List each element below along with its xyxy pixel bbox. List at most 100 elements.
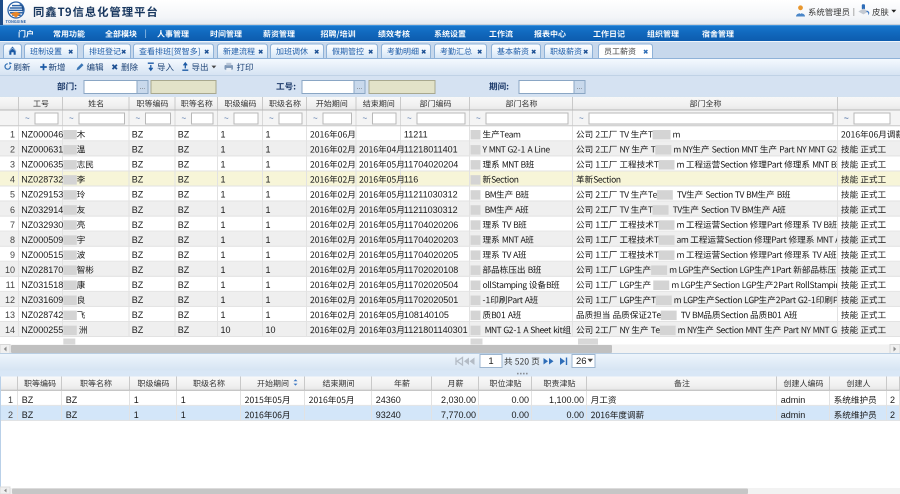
svg-text:11702020501: 11702020501 bbox=[404, 295, 458, 305]
svg-text:BZ: BZ bbox=[178, 145, 190, 155]
svg-text:11702020504: 11702020504 bbox=[404, 280, 458, 290]
svg-text:BZ: BZ bbox=[178, 280, 190, 290]
svg-text:0.00: 0.00 bbox=[511, 410, 529, 420]
svg-text:~: ~ bbox=[476, 114, 481, 123]
svg-text:BZ: BZ bbox=[132, 145, 144, 155]
svg-text:1: 1 bbox=[134, 395, 139, 405]
svg-text:BZ: BZ bbox=[132, 175, 144, 185]
svg-text:6: 6 bbox=[10, 205, 15, 215]
svg-text:~: ~ bbox=[269, 114, 274, 123]
svg-text:1: 1 bbox=[134, 410, 139, 420]
svg-text:1121801140301: 1121801140301 bbox=[404, 325, 468, 335]
svg-text:7,770.00: 7,770.00 bbox=[441, 410, 476, 420]
svg-text:BZ: BZ bbox=[132, 130, 144, 140]
svg-text:~: ~ bbox=[579, 114, 584, 123]
svg-text:NZ000515: NZ000515 bbox=[21, 250, 63, 260]
svg-text:1: 1 bbox=[266, 160, 271, 170]
svg-text:...: ... bbox=[140, 84, 146, 91]
svg-text:11211030312: 11211030312 bbox=[404, 205, 458, 215]
svg-text:NZ028732: NZ028732 bbox=[21, 175, 63, 185]
svg-text:...: ... bbox=[357, 84, 363, 91]
svg-text:BZ: BZ bbox=[132, 280, 144, 290]
svg-text:26: 26 bbox=[576, 356, 587, 367]
svg-text:1: 1 bbox=[266, 145, 271, 155]
svg-text:24360: 24360 bbox=[376, 395, 401, 405]
svg-text:BZ: BZ bbox=[66, 395, 78, 405]
svg-text:BZ: BZ bbox=[22, 395, 34, 405]
svg-text:1: 1 bbox=[181, 410, 186, 420]
svg-text:11704020204: 11704020204 bbox=[404, 160, 458, 170]
svg-text:0.00: 0.00 bbox=[566, 410, 584, 420]
svg-text:108140105: 108140105 bbox=[404, 310, 449, 320]
svg-text:1: 1 bbox=[221, 175, 226, 185]
svg-text:10: 10 bbox=[221, 325, 231, 335]
svg-text:1: 1 bbox=[221, 265, 226, 275]
svg-text:~: ~ bbox=[407, 114, 412, 123]
svg-text:1: 1 bbox=[266, 220, 271, 230]
svg-text:1: 1 bbox=[266, 190, 271, 200]
svg-text:BZ: BZ bbox=[178, 190, 190, 200]
svg-text:1: 1 bbox=[266, 295, 271, 305]
svg-text:NZ000509: NZ000509 bbox=[21, 235, 63, 245]
svg-text:1: 1 bbox=[266, 250, 271, 260]
svg-text:1: 1 bbox=[181, 395, 186, 405]
svg-text:11704020206: 11704020206 bbox=[404, 220, 458, 230]
svg-text:BZ: BZ bbox=[132, 190, 144, 200]
svg-text:BZ: BZ bbox=[132, 295, 144, 305]
svg-text:1: 1 bbox=[221, 205, 226, 215]
svg-text:BZ: BZ bbox=[178, 265, 190, 275]
svg-text:1: 1 bbox=[221, 250, 226, 260]
svg-text:...: ... bbox=[577, 84, 583, 91]
svg-text:BZ: BZ bbox=[178, 310, 190, 320]
svg-text:1: 1 bbox=[221, 130, 226, 140]
svg-text:9: 9 bbox=[10, 250, 15, 260]
svg-text:BZ: BZ bbox=[178, 220, 190, 230]
svg-text:BZ: BZ bbox=[132, 310, 144, 320]
svg-text:2: 2 bbox=[890, 410, 895, 420]
svg-text:NZ000046: NZ000046 bbox=[21, 130, 63, 140]
svg-text:12: 12 bbox=[5, 295, 15, 305]
svg-text:NZ032914: NZ032914 bbox=[21, 205, 63, 215]
svg-text:BZ: BZ bbox=[178, 325, 190, 335]
svg-text:1: 1 bbox=[221, 295, 226, 305]
svg-text:1: 1 bbox=[266, 310, 271, 320]
svg-text:BZ: BZ bbox=[22, 410, 34, 420]
svg-text:2: 2 bbox=[890, 395, 895, 405]
svg-text:NZ000631: NZ000631 bbox=[21, 145, 63, 155]
svg-text:BZ: BZ bbox=[132, 160, 144, 170]
svg-text:2,030.00: 2,030.00 bbox=[441, 395, 476, 405]
svg-text:2: 2 bbox=[10, 145, 15, 155]
svg-text:11218011401: 11218011401 bbox=[404, 145, 458, 155]
svg-text:93240: 93240 bbox=[376, 410, 401, 420]
svg-text:0.00: 0.00 bbox=[511, 395, 529, 405]
svg-text:7: 7 bbox=[10, 220, 15, 230]
svg-text:1: 1 bbox=[221, 280, 226, 290]
svg-text:NZ000255: NZ000255 bbox=[21, 325, 63, 335]
svg-text:2: 2 bbox=[8, 410, 13, 420]
svg-text:NZ000635: NZ000635 bbox=[21, 160, 63, 170]
svg-text:1: 1 bbox=[221, 160, 226, 170]
svg-text:1: 1 bbox=[221, 145, 226, 155]
svg-text:BZ: BZ bbox=[132, 235, 144, 245]
svg-text:10: 10 bbox=[266, 325, 276, 335]
svg-text:1: 1 bbox=[266, 280, 271, 290]
svg-text:BZ: BZ bbox=[178, 175, 190, 185]
svg-text:1: 1 bbox=[221, 310, 226, 320]
svg-text:~: ~ bbox=[136, 114, 141, 123]
svg-text:11211030312: 11211030312 bbox=[404, 190, 458, 200]
svg-text:~: ~ bbox=[25, 114, 30, 123]
svg-text:~: ~ bbox=[69, 114, 74, 123]
svg-text:14: 14 bbox=[5, 325, 15, 335]
svg-text:~: ~ bbox=[224, 114, 229, 123]
svg-text:1: 1 bbox=[266, 265, 271, 275]
svg-text:1: 1 bbox=[266, 175, 271, 185]
svg-text:admin: admin bbox=[781, 395, 806, 405]
svg-text:NZ031609: NZ031609 bbox=[21, 295, 63, 305]
svg-text:1: 1 bbox=[8, 395, 13, 405]
svg-text:11704020203: 11704020203 bbox=[404, 235, 458, 245]
svg-text:BZ: BZ bbox=[132, 325, 144, 335]
svg-text:1: 1 bbox=[488, 356, 493, 367]
svg-text:~: ~ bbox=[313, 114, 318, 123]
svg-text:BZ: BZ bbox=[132, 250, 144, 260]
svg-text:BZ: BZ bbox=[178, 235, 190, 245]
